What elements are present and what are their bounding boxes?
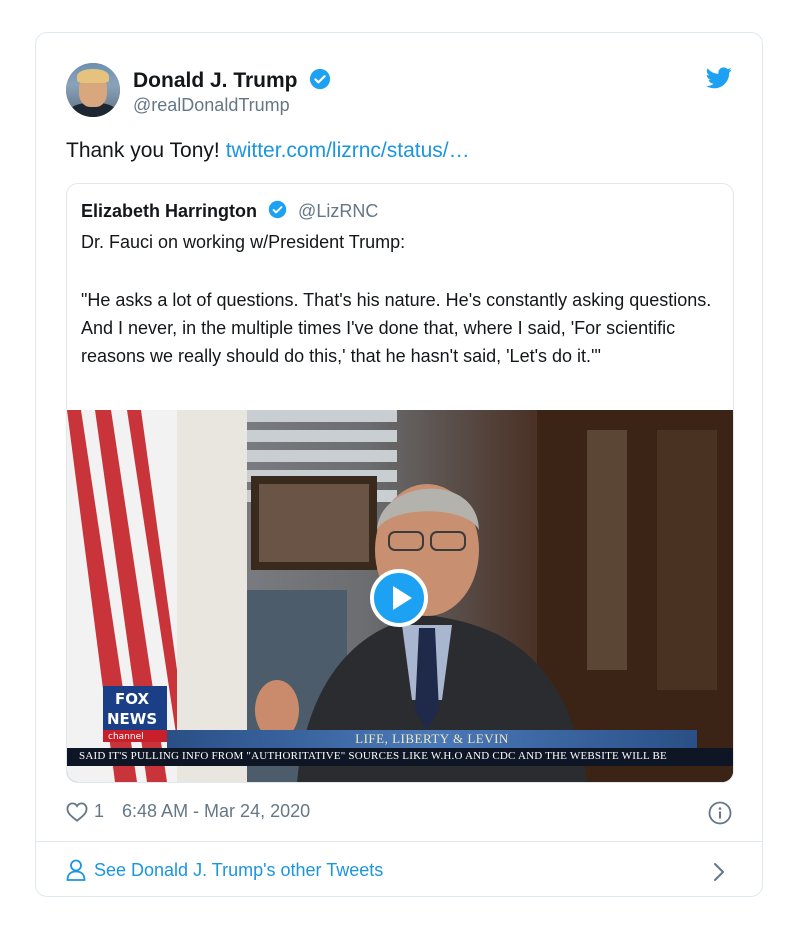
verified-icon (310, 68, 331, 90)
quoted-author-row[interactable]: Elizabeth Harrington @LizRNC (81, 200, 378, 222)
svg-text:channel: channel (108, 732, 144, 742)
video-program-banner: LIFE, LIBERTY & LEVIN (167, 730, 697, 748)
info-icon[interactable] (708, 801, 732, 825)
like-count[interactable]: 1 (94, 801, 104, 822)
avatar[interactable] (66, 63, 120, 117)
author-name-row[interactable]: Donald J. Trump (133, 68, 331, 93)
fox-news-logo: FOX NEWS channel (103, 686, 167, 742)
quoted-author-name[interactable]: Elizabeth Harrington (81, 201, 257, 221)
see-more-tweets-link[interactable]: See Donald J. Trump's other Tweets (66, 859, 383, 881)
see-more-label[interactable]: See Donald J. Trump's other Tweets (94, 860, 383, 881)
tweet-link[interactable]: twitter.com/lizrnc/status/… (226, 139, 470, 162)
video-thumbnail[interactable]: FOX NEWS channel LIFE, LIBERTY & LEVIN S… (67, 410, 733, 782)
person-icon (66, 859, 86, 881)
verified-icon (268, 200, 287, 219)
tweet-text: Thank you Tony! twitter.com/lizrnc/status… (66, 139, 470, 163)
divider (36, 841, 762, 842)
tweet-meta: 1 6:48 AM - Mar 24, 2020 (66, 801, 310, 822)
heart-icon[interactable] (66, 801, 88, 822)
svg-text:FOX: FOX (115, 690, 149, 708)
play-icon[interactable] (370, 569, 428, 627)
svg-text:NEWS: NEWS (107, 710, 157, 728)
video-news-ticker: SAID IT'S PULLING INFO FROM "AUTHORITATI… (67, 748, 733, 766)
embedded-tweet-card[interactable]: Donald J. Trump @realDonaldTrump Thank y… (35, 32, 763, 897)
quoted-text-body: "He asks a lot of questions. That's his … (81, 290, 712, 366)
quoted-text-line: Dr. Fauci on working w/President Trump: (81, 232, 406, 252)
author-name[interactable]: Donald J. Trump (133, 69, 298, 92)
author-handle[interactable]: @realDonaldTrump (133, 95, 290, 116)
tweet-body: Thank you Tony! (66, 139, 220, 162)
chevron-right-icon[interactable] (712, 861, 726, 883)
twitter-bird-icon[interactable] (706, 67, 732, 89)
quoted-author-handle[interactable]: @LizRNC (298, 201, 378, 221)
tweet-timestamp[interactable]: 6:48 AM - Mar 24, 2020 (122, 801, 310, 822)
quoted-tweet[interactable]: Elizabeth Harrington @LizRNC Dr. Fauci o… (66, 183, 734, 783)
